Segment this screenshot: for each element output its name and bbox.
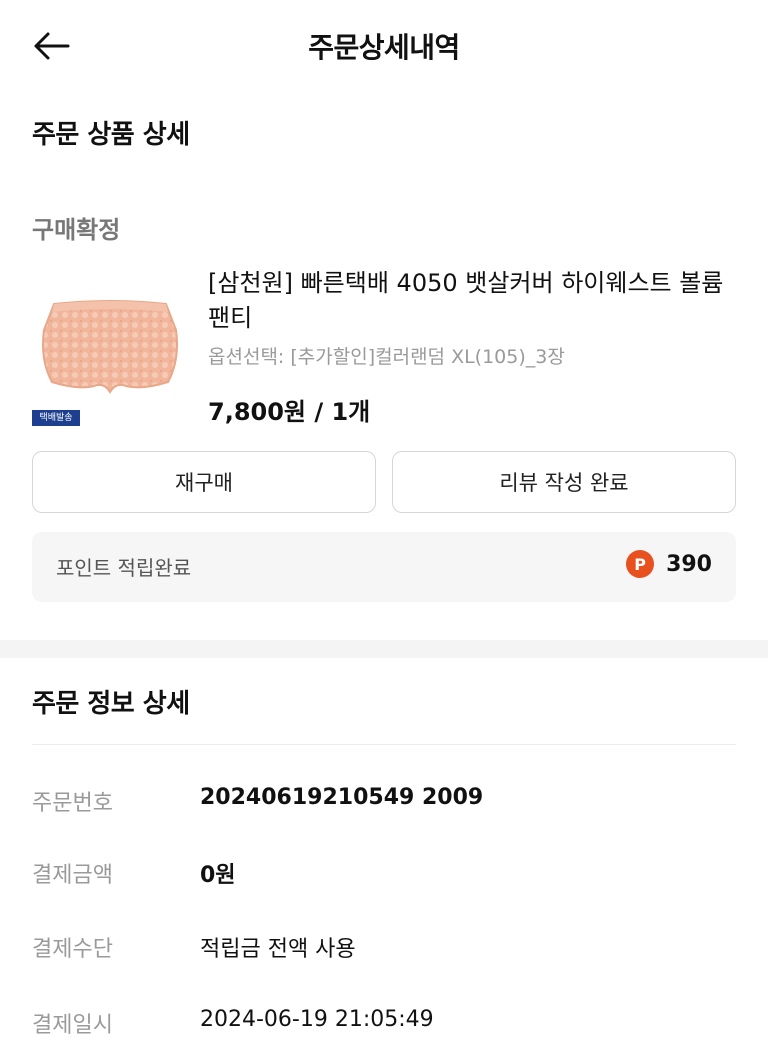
payment-method-value: 적립금 전액 사용 (200, 937, 356, 962)
payment-method-row: 결제수단 적립금 전액 사용 (32, 931, 736, 971)
points-value: 390 (666, 551, 712, 577)
divider-line (32, 744, 736, 745)
product-option: 옵션선택: [추가할인]컬러랜덤 XL(105)_3장 (208, 346, 565, 368)
points-amount: P 390 (626, 550, 712, 578)
product-image[interactable] (30, 290, 190, 430)
order-detail-page: 주문상세내역 주문 상품 상세 구매확정 택배발송 [삼천원] 빠른택배 405… (0, 0, 768, 1046)
points-label: 포인트 적립완료 (56, 556, 192, 580)
page-title: 주문상세내역 (308, 31, 460, 64)
product-price: 7,800원 / 1개 (208, 398, 371, 426)
order-number-value: 20240619210549 2009 (200, 785, 484, 810)
payment-method-label: 결제수단 (32, 937, 113, 962)
product-section-title: 주문 상품 상세 (32, 120, 190, 150)
delivery-badge: 택배발송 (32, 410, 80, 426)
header: 주문상세내역 (0, 0, 768, 90)
order-number-label: 주문번호 (32, 791, 113, 816)
order-status: 구매확정 (32, 216, 121, 244)
payment-date-value: 2024-06-19 21:05:49 (200, 1007, 434, 1032)
points-box: 포인트 적립완료 P 390 (32, 532, 736, 602)
rebuy-button[interactable]: 재구매 (32, 451, 376, 513)
order-number-row: 주문번호 20240619210549 2009 (32, 785, 736, 825)
payment-amount-row: 결제금액 0원 (32, 857, 736, 897)
payment-amount-label: 결제금액 (32, 863, 113, 888)
payment-date-label: 결제일시 (32, 1013, 113, 1038)
payment-amount-value: 0원 (200, 863, 236, 888)
order-info-title: 주문 정보 상세 (32, 689, 190, 719)
review-complete-button[interactable]: 리뷰 작성 완료 (392, 451, 736, 513)
payment-date-row: 결제일시 2024-06-19 21:05:49 (32, 1007, 736, 1046)
point-icon: P (626, 550, 655, 578)
section-divider (0, 640, 768, 658)
product-name[interactable]: [삼천원] 빠른택배 4050 뱃살커버 하이웨스트 볼륨팬티 (208, 266, 738, 336)
